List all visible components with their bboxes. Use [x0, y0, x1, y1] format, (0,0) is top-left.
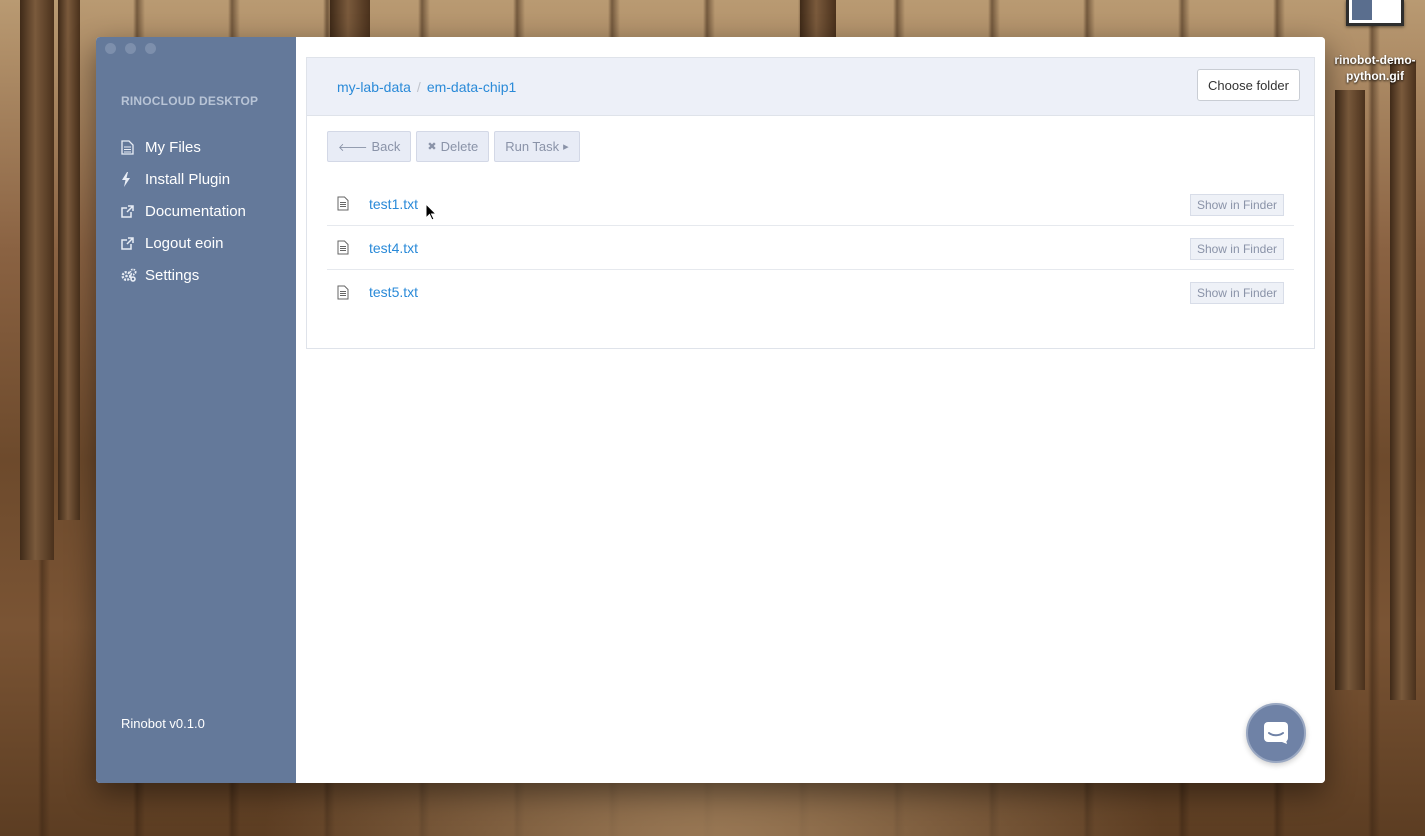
show-in-finder-button[interactable]: Show in Finder — [1189, 194, 1284, 216]
tree-trunk — [58, 0, 80, 520]
document-icon — [327, 285, 369, 300]
sidebar-nav: My Files Install Plugin Documentation Lo… — [121, 131, 246, 291]
breadcrumb-separator: / — [416, 79, 421, 95]
tree-trunk — [20, 0, 54, 560]
breadcrumb-item-current[interactable]: em-data-chip1 — [427, 79, 517, 95]
file-link[interactable]: test5.txt — [369, 284, 418, 300]
document-icon — [327, 240, 369, 255]
file-icon — [121, 139, 145, 155]
back-button[interactable]: 🡐 Back — [327, 131, 412, 162]
panel-header: my-lab-data / em-data-chip1 Choose folder — [307, 58, 1314, 116]
file-browser-panel: my-lab-data / em-data-chip1 Choose folder … — [306, 57, 1315, 349]
desktop-file-name: rinobot-demo- python.gif — [1334, 53, 1416, 83]
app-window: RINOCLOUD DESKTOP My Files Install Plugi… — [96, 37, 1325, 783]
document-icon — [327, 196, 369, 211]
sidebar-item-install-plugin[interactable]: Install Plugin — [121, 163, 246, 195]
breadcrumb: my-lab-data / em-data-chip1 — [337, 79, 516, 95]
main-content: my-lab-data / em-data-chip1 Choose folder … — [296, 37, 1325, 783]
caret-right-icon: ▸ — [563, 141, 569, 153]
bolt-icon — [121, 171, 145, 187]
close-window-button[interactable] — [105, 43, 116, 54]
tree-trunk — [1335, 90, 1365, 690]
arrow-left-icon: 🡐 — [338, 141, 368, 154]
show-in-finder-button[interactable]: Show in Finder — [1189, 238, 1284, 260]
breadcrumb-item[interactable]: my-lab-data — [337, 79, 411, 95]
desktop-file[interactable]: rinobot-demo- python.gif — [1325, 0, 1425, 84]
external-link-icon — [121, 204, 145, 218]
sidebar-item-my-files[interactable]: My Files — [121, 131, 246, 163]
show-in-finder-button[interactable]: Show in Finder — [1189, 282, 1284, 304]
file-list: test1.txt Show in Finder test4.txt Show … — [327, 182, 1294, 314]
close-icon: ✖ — [427, 141, 437, 153]
chat-icon — [1264, 722, 1288, 744]
file-row: test5.txt Show in Finder — [327, 270, 1294, 314]
sidebar-item-label: Install Plugin — [145, 170, 231, 188]
sidebar-item-label: Settings — [145, 266, 200, 284]
chat-launcher-button[interactable] — [1246, 703, 1306, 763]
sidebar-item-logout[interactable]: Logout eoin — [121, 227, 246, 259]
back-button-label: Back — [371, 139, 401, 154]
sidebar-item-label: Documentation — [145, 202, 246, 220]
delete-button-label: Delete — [440, 139, 479, 154]
tree-trunk — [330, 0, 370, 37]
file-link[interactable]: test1.txt — [369, 196, 418, 212]
external-link-icon — [121, 236, 145, 250]
file-row: test1.txt Show in Finder — [327, 182, 1294, 226]
run-task-button[interactable]: Run Task ▸ — [494, 131, 580, 162]
app-brand: RINOCLOUD DESKTOP — [121, 94, 259, 108]
sidebar-item-documentation[interactable]: Documentation — [121, 195, 246, 227]
sidebar-item-label: Logout eoin — [145, 234, 224, 252]
tree-trunk — [800, 0, 836, 37]
sidebar: RINOCLOUD DESKTOP My Files Install Plugi… — [96, 37, 296, 783]
sidebar-item-label: My Files — [145, 138, 201, 156]
tree-trunk — [1390, 60, 1416, 700]
file-row: test4.txt Show in Finder — [327, 226, 1294, 270]
minimize-window-button[interactable] — [125, 43, 136, 54]
choose-folder-button[interactable]: Choose folder — [1197, 69, 1300, 101]
gif-thumbnail — [1346, 0, 1404, 26]
gears-icon — [121, 268, 145, 282]
app-version: Rinobot v0.1.0 — [121, 716, 205, 731]
mouse-cursor-icon — [425, 203, 437, 221]
run-task-button-label: Run Task — [505, 139, 560, 154]
sidebar-item-settings[interactable]: Settings — [121, 259, 246, 291]
zoom-window-button[interactable] — [145, 43, 156, 54]
window-controls — [105, 43, 156, 54]
file-link[interactable]: test4.txt — [369, 240, 418, 256]
delete-button[interactable]: ✖ Delete — [416, 131, 490, 162]
toolbar: 🡐 Back ✖ Delete Run Task ▸ — [327, 131, 580, 162]
